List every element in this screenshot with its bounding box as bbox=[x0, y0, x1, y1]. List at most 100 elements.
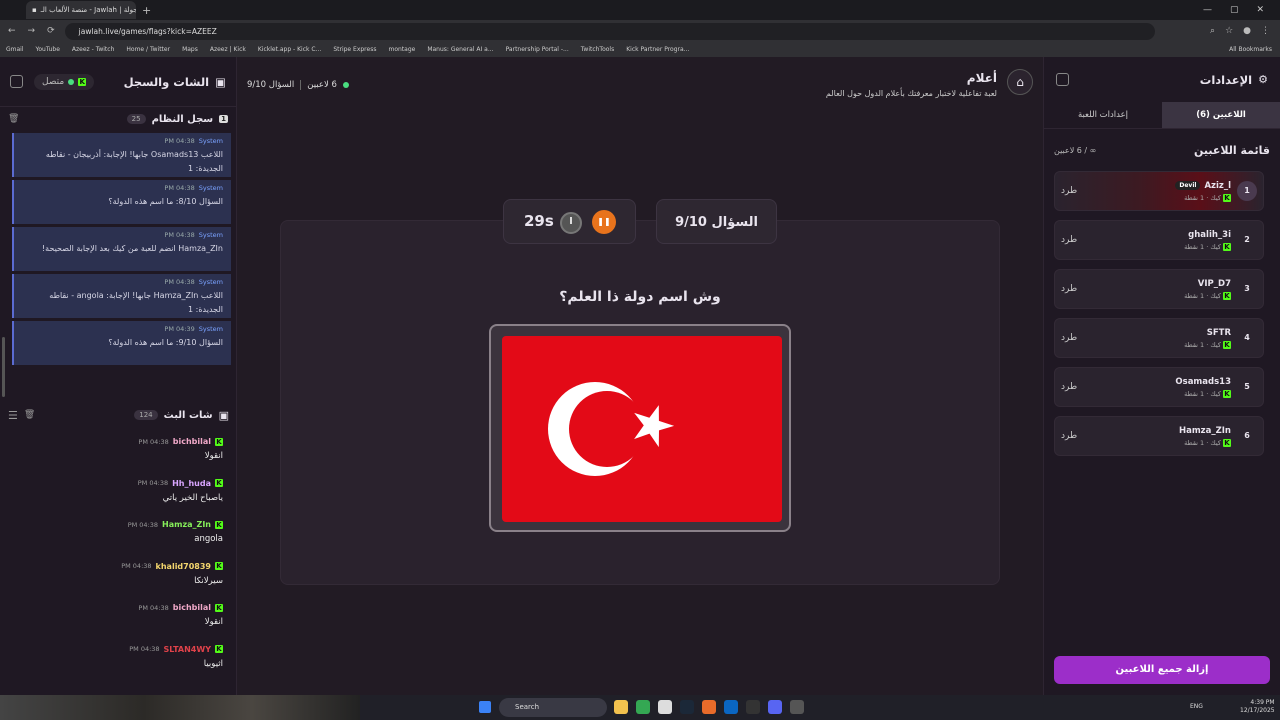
bookmark-item[interactable]: YouTube bbox=[36, 46, 60, 53]
file-explorer-icon[interactable] bbox=[614, 700, 628, 714]
discord-icon[interactable] bbox=[768, 700, 782, 714]
minimize-icon[interactable]: — bbox=[1203, 5, 1212, 15]
kick-player-button[interactable]: طرد bbox=[1061, 382, 1077, 392]
chat-message: Kkhalid70839 PM 04:38 سيرلانكا bbox=[0, 562, 237, 604]
windows-start-icon[interactable] bbox=[479, 701, 491, 713]
stream-chat-count: 124 bbox=[134, 410, 158, 420]
forward-icon[interactable]: → bbox=[28, 26, 36, 36]
wallpaper-strip bbox=[0, 695, 360, 720]
player-stats: كيك · 1 نقطة bbox=[1184, 242, 1221, 251]
online-dot bbox=[342, 82, 349, 88]
player-stats: كيك · 1 نقطة bbox=[1184, 340, 1221, 349]
remove-all-players-button[interactable]: إزالة جميع اللاعبين bbox=[1054, 656, 1270, 684]
chat-username[interactable]: bichbilal bbox=[173, 437, 211, 446]
chat-username[interactable]: Hamza_ZIn bbox=[162, 520, 211, 529]
kick-player-button[interactable]: طرد bbox=[1061, 284, 1077, 294]
chat-username[interactable]: SLTAN4WY bbox=[164, 645, 211, 654]
game-description: لعبة تفاعلية لاختبار معرفتك بأعلام الدول… bbox=[825, 89, 997, 98]
player-stats: كيك · 1 نقطة bbox=[1184, 438, 1221, 447]
message-text: اللاعب Osamads13 جابها! الإجابة: أذربيجا… bbox=[45, 150, 223, 173]
message-sender: System bbox=[198, 325, 223, 333]
url-field[interactable]: jawlah.live/games/flags?kick=AZEEZ bbox=[64, 22, 1155, 40]
system-log-list[interactable]: PM 04:38 System اللاعب Osamads13 جابها! ال… bbox=[0, 133, 237, 388]
maximize-icon[interactable]: ▢ bbox=[1230, 5, 1239, 15]
taskbar-search[interactable]: Search bbox=[499, 698, 607, 717]
message-time: PM 04:39 bbox=[164, 325, 195, 333]
chat-username[interactable]: Hh_huda bbox=[172, 479, 211, 488]
bookmark-item[interactable]: montage bbox=[388, 46, 415, 53]
message-sender: System bbox=[198, 231, 223, 239]
system-log-count: 25 bbox=[126, 114, 146, 124]
app-icon[interactable] bbox=[702, 700, 716, 714]
language-indicator[interactable]: ENG bbox=[1190, 703, 1203, 710]
player-name: Osamads13 bbox=[1175, 376, 1231, 387]
bookmark-item[interactable]: Gmail bbox=[6, 46, 24, 53]
stream-chat-title: شات البث bbox=[163, 409, 213, 421]
all-bookmarks[interactable]: All Bookmarks bbox=[1229, 46, 1280, 53]
collapse-left-icon[interactable] bbox=[10, 75, 23, 88]
browser-tab[interactable]: ▪ منصة الألعاب الـ - Jawlah | جولة bbox=[26, 1, 136, 19]
player-row: 1 Aziz_l Devil K كيك · 1 نقطة طرد bbox=[1054, 171, 1264, 211]
kick-icon: K bbox=[1223, 438, 1231, 447]
bookmark-item[interactable]: Stripe Express bbox=[333, 46, 376, 53]
menu-icon[interactable]: ⋮ bbox=[1261, 26, 1270, 36]
trash-icon[interactable]: 🗑 bbox=[24, 410, 35, 420]
app-icon[interactable] bbox=[790, 700, 804, 714]
tab-favicon-icon: ▪ bbox=[32, 6, 37, 14]
bookmark-item[interactable]: Azeez - Twitch bbox=[72, 46, 114, 53]
chat-text: angola bbox=[194, 534, 223, 545]
player-stats: كيك · 1 نقطة bbox=[1184, 193, 1221, 202]
bookmark-item[interactable]: TwitchTools bbox=[581, 46, 614, 53]
chrome-icon[interactable] bbox=[636, 700, 650, 714]
player-name: Hamza_ZIn bbox=[1178, 425, 1231, 436]
profile-icon[interactable]: ● bbox=[1243, 26, 1251, 36]
chat-username[interactable]: bichbilal bbox=[173, 603, 211, 612]
player-row: 6 Hamza_ZIn K كيك · 1 نقطة طرد bbox=[1054, 416, 1264, 456]
gear-icon: ⚙ bbox=[1258, 73, 1268, 86]
steam-icon[interactable] bbox=[680, 700, 694, 714]
system-message: PM 04:38 System اللاعب Hamza_ZIn جابها! ال… bbox=[12, 274, 231, 318]
bookmark-item[interactable]: Manus: General AI a... bbox=[427, 46, 493, 53]
kick-player-button[interactable]: طرد bbox=[1061, 235, 1077, 245]
kick-player-button[interactable]: طرد bbox=[1061, 333, 1077, 343]
home-icon[interactable]: ⌂ bbox=[1007, 69, 1033, 95]
system-message: PM 04:38 System Hamza_ZIn انضم للعبة من كي… bbox=[12, 227, 231, 271]
terminal-icon[interactable] bbox=[746, 700, 760, 714]
message-time: PM 04:38 bbox=[164, 278, 195, 286]
bookmark-item[interactable]: Kicklet.app - Kick C... bbox=[258, 46, 321, 53]
reload-icon[interactable]: ⟳ bbox=[47, 26, 55, 36]
star-icon[interactable]: ☆ bbox=[1225, 26, 1233, 36]
close-icon[interactable]: ✕ bbox=[1256, 5, 1264, 15]
new-tab-button[interactable]: + bbox=[142, 4, 151, 17]
zoom-icon[interactable]: ⌕ bbox=[1210, 26, 1215, 36]
collapse-right-icon[interactable] bbox=[1056, 73, 1069, 86]
pause-button[interactable]: ❚❚ bbox=[592, 210, 616, 234]
store-icon[interactable] bbox=[658, 700, 672, 714]
message-sender: System bbox=[198, 278, 223, 286]
bookmark-item[interactable]: Azeez | Kick bbox=[210, 46, 246, 53]
player-row: 4 SFTR K كيك · 1 نقطة طرد bbox=[1054, 318, 1264, 358]
kick-player-button[interactable]: طرد bbox=[1061, 186, 1077, 196]
stream-chat-list[interactable]: Kbichbilal PM 04:38 انقولا K Hh_huda PM 04:3… bbox=[0, 437, 237, 687]
filter-icon[interactable]: ☰ bbox=[8, 409, 18, 422]
scrollbar[interactable] bbox=[2, 337, 5, 397]
trash-icon[interactable]: 🗑 bbox=[8, 114, 19, 124]
chat-username[interactable]: khalid70839 bbox=[156, 562, 211, 571]
player-name: Aziz_l bbox=[1204, 180, 1231, 191]
player-row: 3 VIP_D7 K كيك · 1 نقطة طرد bbox=[1054, 269, 1264, 309]
kick-player-button[interactable]: طرد bbox=[1061, 431, 1077, 441]
bookmark-item[interactable]: Maps bbox=[182, 46, 198, 53]
app-icon[interactable] bbox=[724, 700, 738, 714]
tab-game-settings[interactable]: إعدادات اللعبة bbox=[1044, 102, 1162, 128]
question-progress: السؤال 9/10 bbox=[247, 80, 295, 90]
chat-message: K SLTAN4WY PM 04:38 اثيوبيا bbox=[0, 645, 237, 687]
game-title: أعلام bbox=[966, 71, 997, 85]
tab-players[interactable]: اللاعبين (6) bbox=[1162, 102, 1280, 128]
system-clock[interactable]: 4:39 PM 12/17/2025 bbox=[1240, 699, 1275, 715]
message-time: PM 04:38 bbox=[164, 184, 195, 192]
back-icon[interactable]: ← bbox=[8, 26, 16, 36]
status-text: متصل bbox=[42, 76, 65, 87]
bookmark-item[interactable]: Kick Partner Progra... bbox=[626, 46, 689, 53]
bookmark-item[interactable]: Partnership Portal -... bbox=[506, 46, 569, 53]
bookmark-item[interactable]: Home / Twitter bbox=[126, 46, 170, 53]
